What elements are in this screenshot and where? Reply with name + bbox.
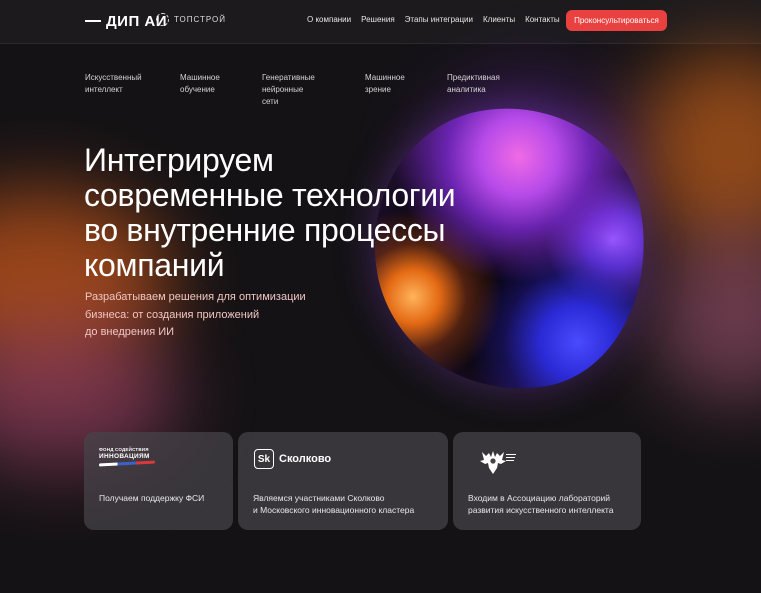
site-logo[interactable]: ДИП АИ [85, 13, 167, 30]
nav-clients[interactable]: Клиенты [483, 15, 515, 24]
nav-contacts[interactable]: Контакты [525, 15, 560, 24]
card-ai-association-text: Входим в Ассоциацию лабораторий развития… [468, 493, 614, 515]
card-fsi[interactable]: ФОНД СОДЕЙСТВИЯ ИННОВАЦИЯМ Получаем подд… [84, 432, 233, 530]
flag-stripe-icon [99, 460, 155, 467]
card-ai-association[interactable]: Входим в Ассоциацию лабораторий развития… [453, 432, 641, 530]
card-fsi-text: Получаем поддержку ФСИ [99, 493, 205, 503]
hero-title: Интегрируем современные технологии во вн… [84, 142, 456, 283]
nav-solutions[interactable]: Решения [361, 15, 395, 24]
consult-button[interactable]: Проконсультироваться [566, 10, 667, 31]
eagle-emblem-icon [480, 451, 516, 474]
nav-about[interactable]: О компании [307, 15, 351, 24]
category-genai[interactable]: Генеративные нейронные сети [262, 72, 315, 108]
gradient-glow-right-pink [651, 230, 761, 400]
skolkovo-sk-icon: Sk [254, 449, 274, 469]
fsi-logo-line2: ИННОВАЦИЯМ [99, 453, 150, 460]
main-nav: О компании Решения Этапы интеграции Клие… [307, 15, 560, 24]
nav-integration-stages[interactable]: Этапы интеграции [405, 15, 473, 24]
partner-logo[interactable]: ТОПСТРОЙ [156, 13, 226, 26]
card-skolkovo[interactable]: Sk Сколково Являемся участниками Сколков… [238, 432, 448, 530]
category-predictive[interactable]: Предиктивная аналитика [447, 72, 500, 96]
site-header: ДИП АИ ТОПСТРОЙ О компании Решения Этапы… [0, 0, 761, 44]
partner-label: ТОПСТРОЙ [174, 15, 227, 24]
gradient-glow-right [631, 50, 761, 250]
category-ai[interactable]: Искусственный интеллект [85, 72, 142, 96]
card-skolkovo-text: Являемся участниками Сколково и Московск… [253, 493, 415, 515]
logo-dash-icon [85, 19, 101, 22]
category-ml[interactable]: Машинное обучение [180, 72, 220, 96]
fsi-logo-line1: ФОНД СОДЕЙСТВИЯ [99, 447, 149, 452]
skolkovo-logo: Sk Сколково [254, 449, 331, 469]
skolkovo-word: Сколково [279, 453, 332, 465]
topstroy-icon [156, 13, 169, 26]
hero-subtitle: Разрабатываем решения для оптимизации би… [85, 291, 306, 338]
category-cv[interactable]: Машинное зрение [365, 72, 405, 96]
fsi-logo: ФОНД СОДЕЙСТВИЯ ИННОВАЦИЯМ [99, 447, 155, 467]
